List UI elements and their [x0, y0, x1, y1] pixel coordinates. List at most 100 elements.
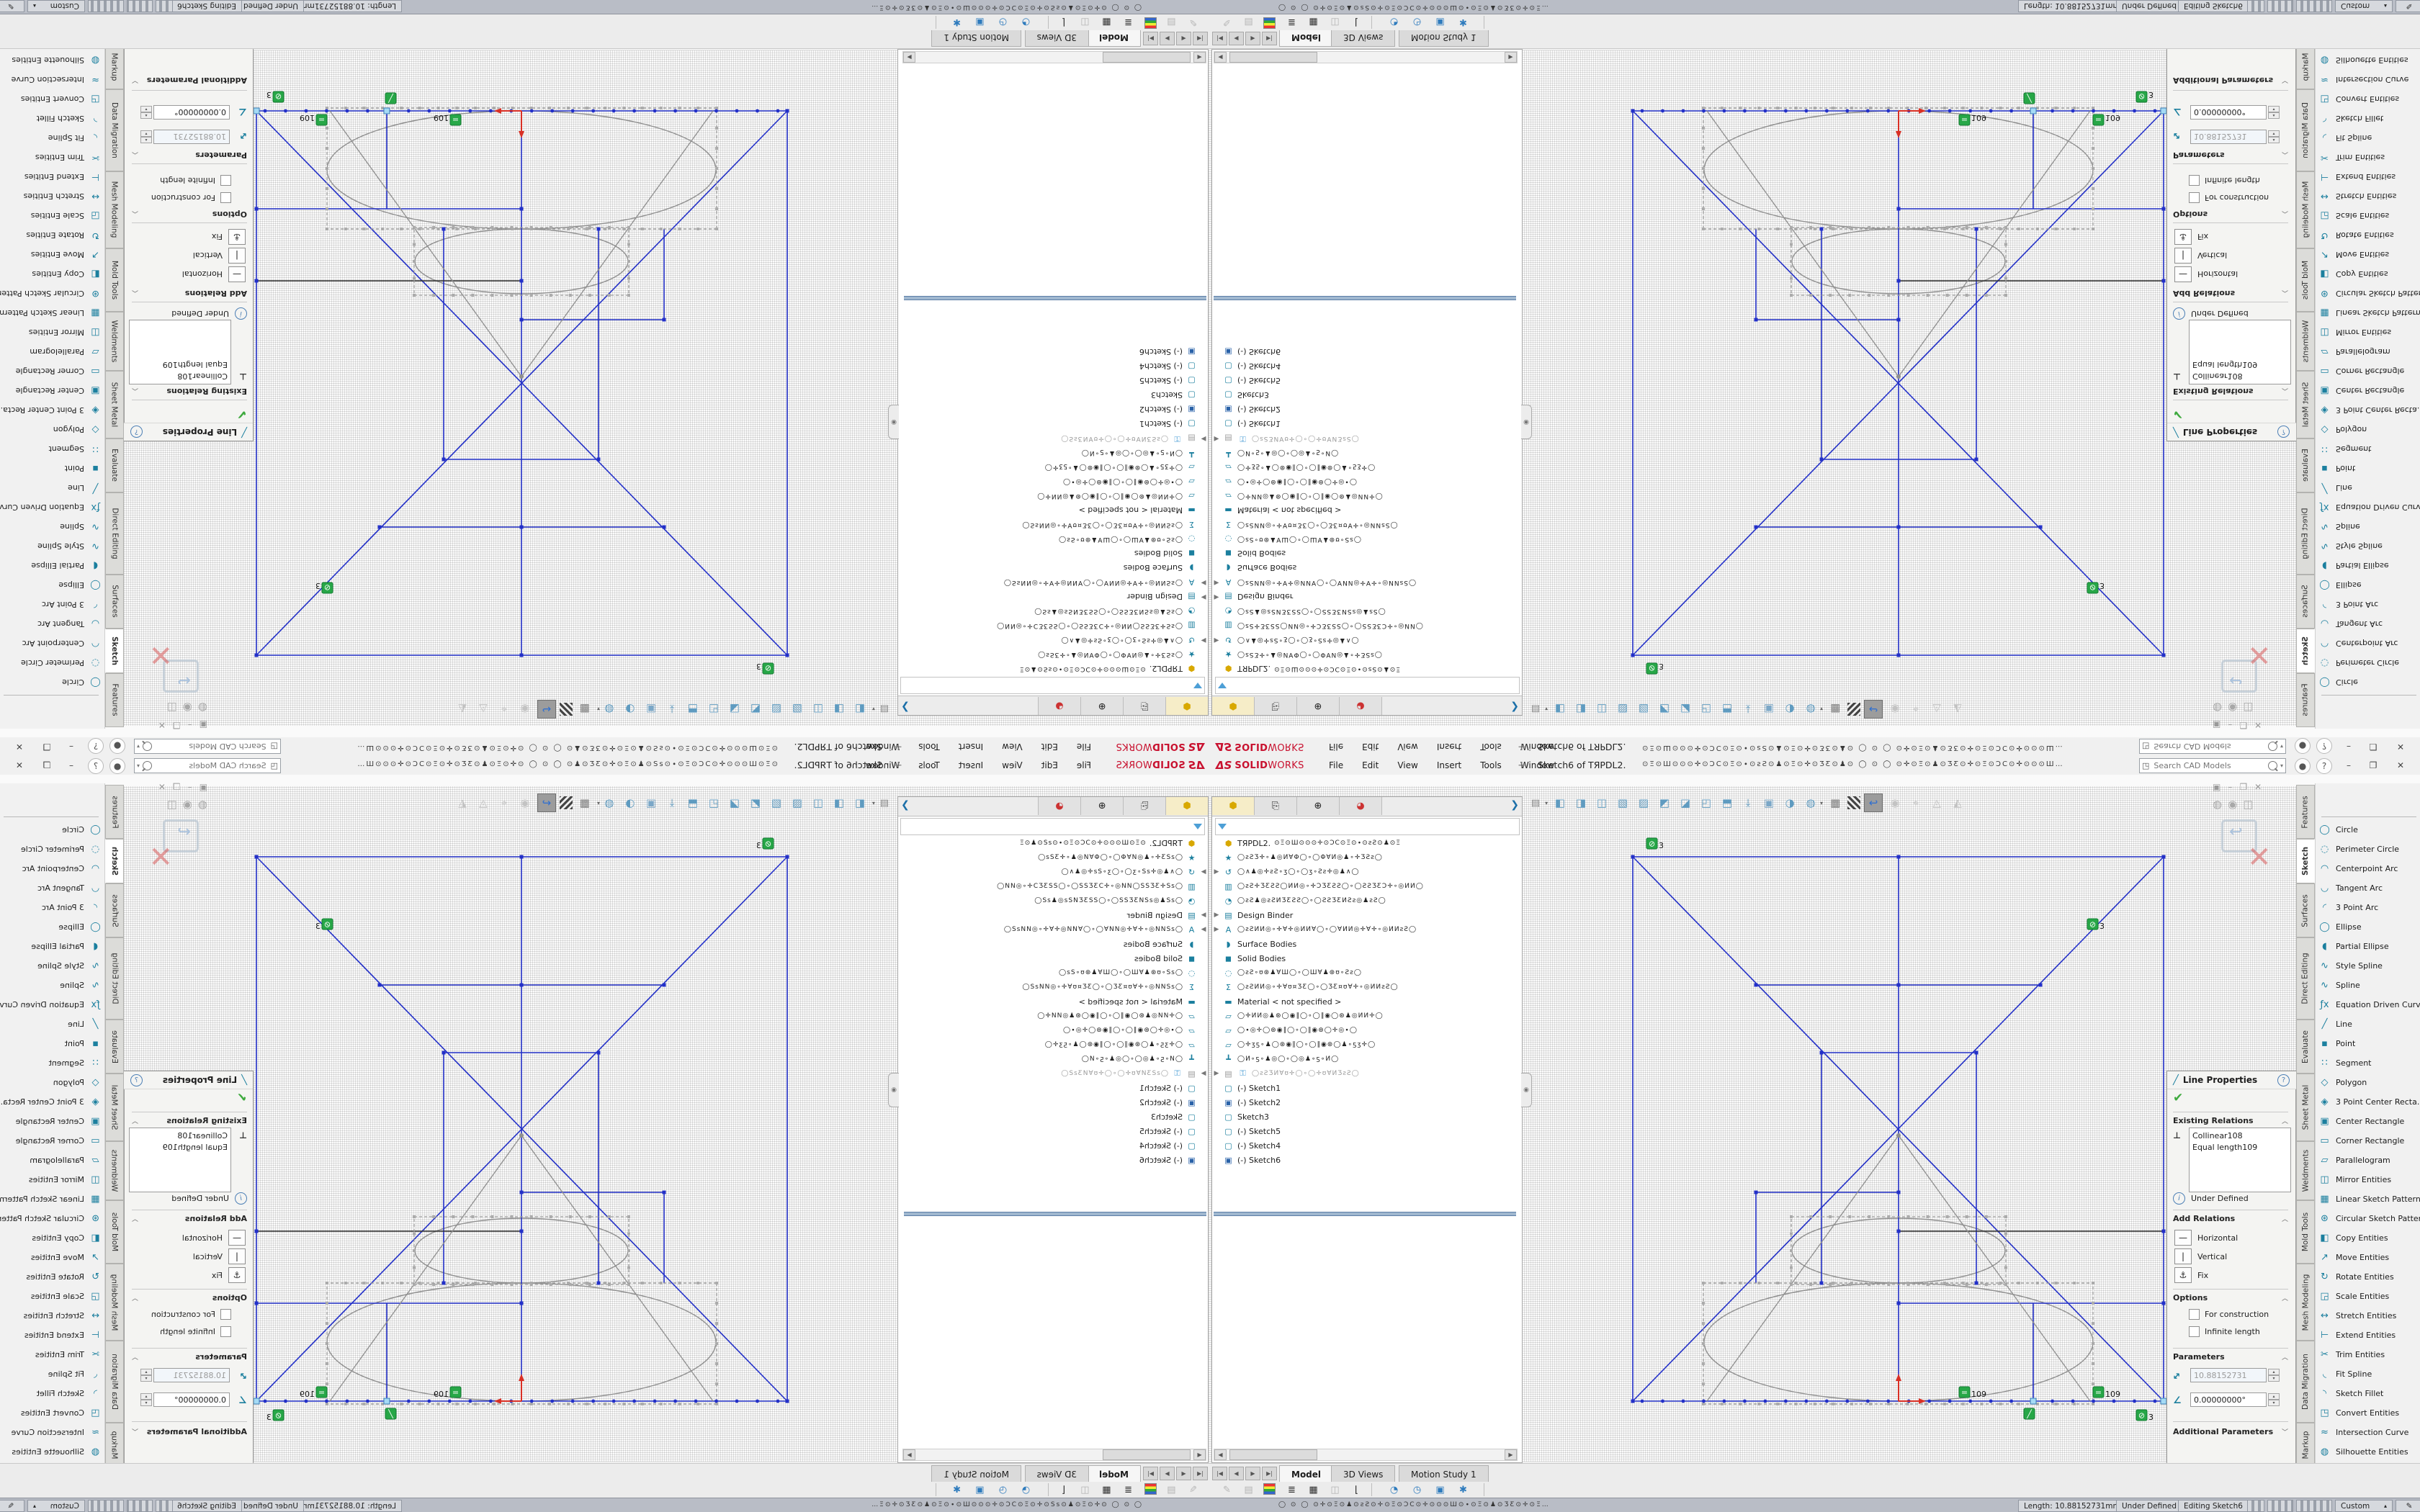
user-account-icon[interactable]: ● [109, 738, 125, 754]
tree-item-sketch4[interactable]: ▢(-) Sketch4 [1214, 1138, 1281, 1153]
relation-item[interactable]: Equal length109 [133, 359, 228, 370]
tool-style-spline[interactable]: ∿Style Spline [37, 538, 102, 555]
cancel-sketch-icon[interactable]: ✕ [2247, 638, 2272, 671]
edit-color-icon[interactable]: ✎ [1186, 16, 1200, 29]
length-field[interactable]: 10.88152731 ▴▾ [140, 130, 230, 144]
menu-insert[interactable]: Insert [1437, 742, 1461, 752]
normal-to-icon[interactable]: ⤓ [1739, 794, 1757, 811]
layer-chart-icon[interactable]: ⌊ [1057, 1483, 1070, 1496]
collapse-chevron[interactable]: ︿ [132, 1116, 138, 1125]
child-window-button[interactable]: ❐ [2239, 782, 2247, 792]
command-tab-markup[interactable]: Markup [105, 1423, 124, 1467]
tool-style-spline[interactable]: ∿Style Spline [2318, 538, 2383, 555]
angle-value[interactable]: 0.00000000° [2190, 105, 2267, 120]
section-existing-relations[interactable]: Existing Relations [2173, 1116, 2254, 1125]
record-macro-icon[interactable]: ◔ [1387, 1483, 1401, 1496]
length-value[interactable]: 10.88152731 [153, 1368, 230, 1382]
infinite-length-checkbox[interactable]: Infinite length [160, 1326, 231, 1337]
line-style-icon[interactable]: ▦ [1307, 16, 1320, 29]
checkbox[interactable] [220, 1326, 231, 1337]
view-hidden-lines-visible-icon[interactable]: ◫ [1593, 701, 1610, 718]
tree-item-locked-folder[interactable]: ▶▤⚿◯ƨƧƷͶ∀ʊ✛◯∘◯✛ʊ∀ͶƷƨƧ◯ [1214, 1066, 1360, 1081]
view-wireframe-icon[interactable]: ▨ [1635, 701, 1652, 718]
tool-partial-ellipse[interactable]: ◖Partial Ellipse [31, 557, 102, 575]
section-add-relations[interactable]: Add Relations [185, 289, 247, 298]
line-thickness-icon[interactable]: ≣ [1121, 16, 1135, 29]
tool-circle[interactable]: ◯Circle [62, 674, 102, 691]
save-view-icon[interactable]: ▦ [576, 794, 593, 811]
tree-item-sketch2[interactable]: ▣(-) Sketch2 [1139, 402, 1206, 417]
menu-tools[interactable]: Tools [918, 742, 940, 752]
view-hidden-lines-visible-icon[interactable]: ◫ [810, 794, 827, 811]
macro-folder-icon[interactable]: ▣ [973, 1483, 987, 1496]
tab-nav-button[interactable]: ▶ [1245, 32, 1260, 45]
doc-tab-motion-study-1[interactable]: Motion Study 1 [1399, 1465, 1489, 1482]
menu-insert[interactable]: Insert [959, 742, 983, 752]
tool-extend-entities[interactable]: ⊢Extend Entities [2318, 1326, 2396, 1344]
tree-item-equations[interactable]: Σ◯ƨƧͶИ◎∘✛∀ʊ¤ƷƸ◯∘◯ƷƸ¤ʊ∀✛∘◎ИͶƨƧ◯ [1214, 980, 1399, 994]
length-field[interactable]: 10.88152731 ▴▾ [2190, 130, 2280, 144]
collapse-chevron[interactable]: ︿ [2282, 1293, 2288, 1302]
tool-3-point-center-recta-[interactable]: ◈3 Point Center Recta... [0, 402, 102, 419]
tool-point[interactable]: ▪Point [65, 1035, 102, 1052]
angle-value[interactable]: 0.00000000° [153, 105, 230, 120]
collapse-chevron[interactable]: ︿ [132, 150, 138, 160]
search-dropdown-icon[interactable]: ▾ [2280, 762, 2283, 769]
status-tag-icon[interactable]: ✎ [0, 0, 24, 12]
tree-expand-arrow[interactable]: ❯ [901, 701, 910, 713]
tree-item-surface-bodies[interactable]: ◗Surface Bodies [1214, 937, 1296, 951]
section-add-relations[interactable]: Add Relations [2173, 289, 2235, 298]
collapse-chevron[interactable]: ︿ [2282, 387, 2288, 396]
layer-chart-icon[interactable]: ⌊ [1350, 16, 1363, 29]
command-tab-weldments[interactable]: Weldments [105, 1141, 124, 1200]
tool-move-entities[interactable]: ↗Move Entities [31, 246, 102, 264]
record-macro-icon[interactable]: ◔ [1019, 1483, 1033, 1496]
grayed-3-icon[interactable]: ◬ [475, 794, 492, 811]
tool-mirror-entities[interactable]: ◫Mirror Entities [29, 1171, 102, 1188]
grayed-4-icon[interactable]: ◭ [454, 701, 471, 718]
macro-folder-icon[interactable]: ▣ [1433, 16, 1447, 29]
tool-sketch-fillet[interactable]: ◝Sketch Fillet [37, 1385, 102, 1402]
tool-spline[interactable]: ∿Spline [2318, 518, 2360, 536]
tree-item-front-plane[interactable]: ▱◯✛ͶИ◎♟⊛◯◉∥◯∘◯∥◉◯⊛♟◎ИͶ✛◯ [1036, 1009, 1206, 1023]
tree-horizontal-scrollbar[interactable]: ◀ ▶ [902, 51, 1206, 63]
grayed-3-icon[interactable]: ◬ [1928, 701, 1945, 718]
tool-move-entities[interactable]: ↗Move Entities [2318, 246, 2389, 264]
tool-stretch-entities[interactable]: ↔Stretch Entities [2318, 1307, 2396, 1324]
scroll-thumb[interactable] [1103, 52, 1191, 63]
tool-circular-sketch-pattern[interactable]: ⊛Circular Sketch Pattern [2318, 1210, 2420, 1227]
tool-convert-entities[interactable]: ◳Convert Entities [21, 1404, 102, 1421]
anchor-icon[interactable]: ⚓ [228, 229, 246, 245]
collapse-chevron[interactable]: ︿ [132, 289, 138, 298]
grayed-1-icon[interactable]: ◉ [516, 794, 534, 811]
appearance-cylinder-icon[interactable]: ◑ [1781, 701, 1798, 718]
appearance-cylinder-icon[interactable]: ◑ [622, 794, 639, 811]
line-thickness-icon[interactable]: ≣ [1285, 16, 1299, 29]
doc-tab-model[interactable]: Model [1279, 1465, 1333, 1482]
tree-item-gauge[interactable]: ◔◯ƨƧ♟◎ƨƧͶƷƸƧƧ◯∘◯ƧƧƷƸͶƧƨ◎♟ƨƧ◯ [1034, 604, 1206, 618]
grayed-4-icon[interactable]: ◭ [1949, 701, 1966, 718]
tree-item-locked-folder[interactable]: ▶▤⚿◯ƨƧƷͶ∀ʊ✛◯∘◯✛ʊ∀ͶƷƨƧ◯ [1214, 431, 1360, 446]
child-window-button[interactable]: ❐ [2239, 720, 2247, 730]
section-view-icon[interactable]: ⬒ [684, 794, 702, 811]
macro-folder-icon[interactable]: ▣ [1433, 1483, 1447, 1496]
command-tab-markup[interactable]: Markup [2296, 45, 2315, 89]
tab-dimxpert[interactable]: ◕ [1038, 697, 1080, 715]
expand-arrow-icon[interactable]: ▶ [1201, 435, 1206, 442]
tool-point[interactable]: ▪Point [2318, 1035, 2355, 1052]
horizontal-icon[interactable]: — [2174, 266, 2192, 282]
search-dropdown-icon[interactable]: ▾ [137, 762, 140, 769]
menu-file[interactable]: File [1329, 742, 1343, 752]
scroll-right-button[interactable]: ▶ [903, 1449, 915, 1460]
mirror-icon[interactable]: ◫ [1328, 16, 1342, 29]
menu-file[interactable]: File [1329, 760, 1343, 770]
dropdown-arrow[interactable]: ▾ [597, 800, 600, 806]
rollback-bar[interactable] [904, 296, 1206, 300]
section-view-icon[interactable]: ⬒ [1718, 701, 1736, 718]
section-parameters[interactable]: Parameters [2173, 150, 2225, 160]
tab-configurationmanager[interactable]: ⊕ [1080, 697, 1123, 715]
section-options[interactable]: Options [2173, 210, 2208, 219]
command-tab-mesh-modeling[interactable]: Mesh Modeling [105, 1264, 124, 1341]
tree-item-annotations[interactable]: ▶A◯ƨƧͶИ◎∘✛∀✛◎ͶИ∀◯∘◯∀ИͶ◎✛∀✛∘◎ИͶƨƧ◯ [1214, 575, 1417, 590]
appearance-cylinder-icon[interactable]: ◑ [1781, 794, 1798, 811]
